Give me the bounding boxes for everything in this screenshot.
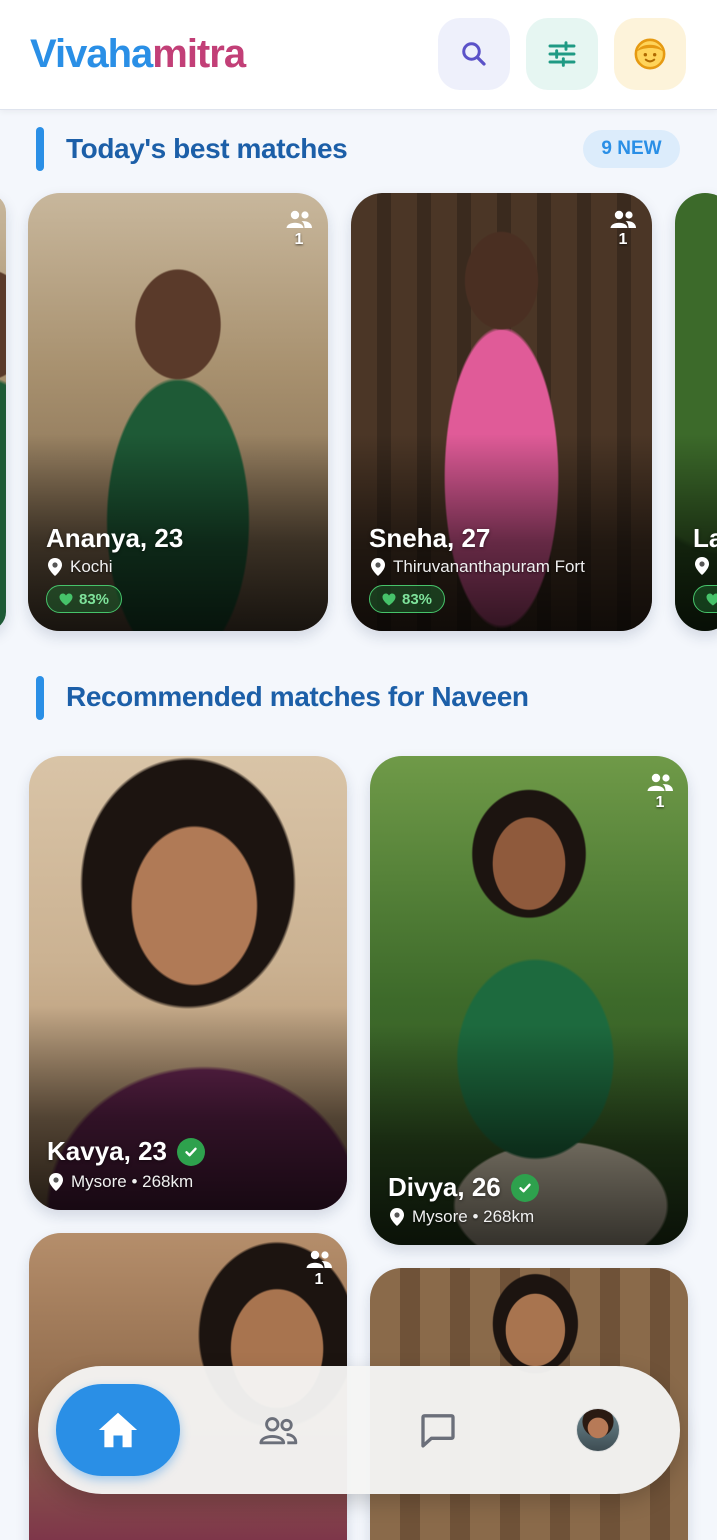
group-count-value: 1 <box>655 794 665 811</box>
heart-icon <box>382 593 396 605</box>
group-count-value: 1 <box>314 1271 324 1288</box>
match-percent-value: 83% <box>402 590 433 608</box>
match-card-partial-right[interactable]: La <box>675 193 717 631</box>
match-percent-value: 83% <box>79 590 110 608</box>
group-icon <box>306 1250 332 1268</box>
nav-home-button[interactable] <box>56 1384 180 1476</box>
card-location: Kochi <box>48 557 113 577</box>
group-icon <box>610 210 636 228</box>
card-name: Ananya, 23 <box>46 523 184 553</box>
match-card-divya[interactable]: 1 Divya, 26 Mysore • 268km <box>370 756 688 1245</box>
card-name-text: Divya, 26 <box>388 1172 501 1202</box>
match-card-sneha[interactable]: 1 Sneha, 27 Thiruvananthapuram Fort 83% <box>351 193 652 631</box>
match-percent-badge <box>693 585 717 613</box>
group-count: 1 <box>645 772 675 812</box>
location-pin-icon <box>695 557 709 575</box>
nav-people-button[interactable] <box>254 1406 302 1454</box>
filter-button[interactable] <box>526 18 598 90</box>
bottom-navigation <box>38 1366 680 1494</box>
card-name-text: Kavya, 23 <box>47 1136 167 1166</box>
location-pin-icon <box>371 558 385 576</box>
profile-button[interactable] <box>614 18 686 90</box>
card-location: Mysore • 268km <box>390 1207 534 1227</box>
location-pin-icon <box>49 1173 63 1191</box>
card-location-text: Mysore • 268km <box>412 1207 535 1226</box>
card-location <box>695 557 709 575</box>
heart-icon <box>59 593 73 605</box>
card-name: Divya, 26 <box>388 1172 539 1203</box>
group-count: 1 <box>608 209 638 249</box>
card-name: La <box>693 523 717 553</box>
logo-part-vivaha: Vivaha <box>30 32 153 76</box>
match-percent-badge: 83% <box>369 585 446 613</box>
card-location: Mysore • 268km <box>49 1172 193 1192</box>
recommended-title: Recommended matches for Naveen <box>66 681 529 712</box>
match-card-kavya[interactable]: Kavya, 23 Mysore • 268km <box>29 756 347 1210</box>
card-location: Thiruvananthapuram Fort <box>371 557 585 577</box>
card-location-text: Thiruvananthapuram Fort <box>393 557 585 576</box>
location-pin-icon <box>48 558 62 576</box>
logo-part-mitra: mitra <box>152 32 246 76</box>
new-matches-badge[interactable]: 9 NEW <box>583 130 680 168</box>
search-button[interactable] <box>438 18 510 90</box>
group-count-value: 1 <box>618 231 628 248</box>
location-pin-icon <box>390 1208 404 1226</box>
chat-icon <box>421 1414 455 1448</box>
app-header: Vivahamitra <box>0 0 717 110</box>
match-card-ananya[interactable]: 1 Ananya, 23 Kochi 83% <box>28 193 328 631</box>
filter-icon <box>548 41 576 67</box>
carousel-card-partial-left[interactable] <box>0 194 6 630</box>
section-accent-bar <box>36 676 44 720</box>
group-icon <box>647 773 673 791</box>
group-count: 1 <box>304 1249 334 1289</box>
app-logo[interactable]: Vivahamitra <box>30 32 246 77</box>
group-count-value: 1 <box>294 231 304 248</box>
match-percent-badge: 83% <box>46 585 123 613</box>
best-matches-title: Today's best matches <box>66 133 348 164</box>
verified-badge-icon <box>510 1173 539 1202</box>
search-icon <box>462 42 486 66</box>
verified-badge-icon <box>176 1137 205 1166</box>
card-location-text: Mysore • 268km <box>71 1172 194 1191</box>
card-name: Kavya, 23 <box>47 1136 205 1167</box>
nav-chat-button[interactable] <box>414 1406 462 1454</box>
heart-icon <box>706 593 717 605</box>
profile-face-icon <box>634 38 666 70</box>
card-location-text: Kochi <box>70 557 113 576</box>
nav-profile-avatar[interactable] <box>576 1408 620 1452</box>
group-count: 1 <box>284 209 314 249</box>
home-icon <box>98 1412 138 1448</box>
group-icon <box>286 210 312 228</box>
section-accent-bar <box>36 127 44 171</box>
card-name: Sneha, 27 <box>369 523 491 553</box>
people-icon <box>259 1417 298 1445</box>
